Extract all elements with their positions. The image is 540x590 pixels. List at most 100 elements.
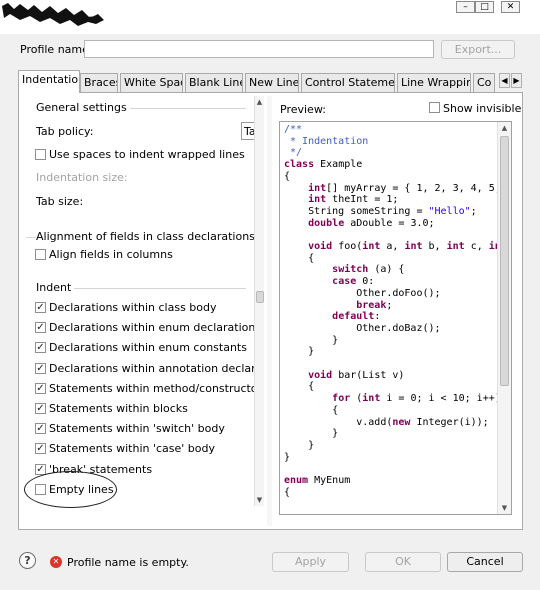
code-line: String someString = "Hello"; — [284, 205, 511, 218]
code-token: default — [332, 311, 375, 323]
indent-option-checkbox[interactable] — [35, 382, 46, 394]
indent-option-checkbox[interactable] — [35, 322, 46, 334]
code-token: { — [284, 404, 339, 416]
code-line: /** — [284, 124, 511, 136]
code-token: Other.doBaz(); — [284, 322, 441, 334]
tab-control-statements[interactable]: Control Statements — [301, 73, 395, 92]
profile-name-input[interactable] — [84, 40, 434, 58]
maximize-button[interactable]: □ — [475, 1, 494, 13]
tab-indentation[interactable]: Indentation — [18, 70, 80, 93]
code-token: ; — [470, 205, 477, 217]
tab-braces[interactable]: Braces — [80, 73, 118, 92]
indent-option-label: Declarations within enum declaration — [49, 321, 256, 335]
indent-option-checkbox[interactable] — [35, 463, 46, 475]
close-window-button[interactable]: ✕ — [501, 1, 520, 13]
tab-label: Control Statements — [305, 76, 395, 89]
code-token: * Indentation — [284, 135, 369, 147]
alignment-title: Alignment of fields in class declaration… — [36, 230, 258, 243]
preview-code: /** * Indentation */class Example{ int[]… — [284, 124, 512, 499]
export-button[interactable]: Export... — [441, 40, 515, 59]
indent-title: Indent — [36, 281, 75, 294]
code-token: break — [356, 299, 387, 311]
indent-option-label: Statements within method/constructor bod… — [49, 381, 264, 395]
indent-option-label: Statements within 'case' body — [49, 442, 216, 456]
help-icon[interactable]: ? — [19, 552, 36, 569]
code-token: "Hello" — [428, 205, 471, 217]
tab-new-lines[interactable]: New Lines — [245, 73, 299, 92]
code-token: foo( — [332, 241, 363, 253]
code-token: int — [308, 182, 327, 194]
highlight-ellipse-annotation — [24, 471, 117, 508]
code-line: } — [284, 334, 511, 347]
code-line: Other.doBaz(); — [284, 322, 511, 335]
preview-code-area[interactable]: /** * Indentation */class Example{ int[]… — [279, 121, 512, 515]
ok-button[interactable]: OK — [365, 552, 441, 572]
preview-scrollbar[interactable]: ▲ ▼ — [497, 122, 511, 514]
preview-scroll-thumb[interactable] — [500, 136, 509, 386]
code-line: int[] myArray = { 1, 2, 3, 4, 5, 6 }; — [284, 182, 512, 195]
tab-scroll-right-button[interactable]: ▶ — [511, 73, 522, 88]
scroll-up-arrow[interactable]: ▲ — [255, 96, 264, 108]
code-token: aDouble = 3.0; — [344, 217, 435, 229]
code-token: { — [284, 252, 315, 264]
code-token: int — [446, 241, 465, 253]
cancel-button[interactable]: Cancel — [447, 552, 523, 572]
tab-scroll-left-button[interactable]: ◀ — [499, 73, 510, 88]
tab-label: Braces — [84, 76, 118, 89]
pane-divider[interactable] — [267, 96, 272, 526]
code-token: ; — [386, 299, 393, 311]
use-spaces-label: Use spaces to indent wrapped lines — [49, 148, 245, 161]
indent-option-checkbox[interactable] — [35, 342, 46, 354]
code-token: } — [284, 428, 339, 440]
code-token: } — [284, 334, 339, 346]
scroll-thumb[interactable] — [256, 291, 264, 303]
code-line: { — [284, 170, 511, 183]
code-token: /** — [284, 124, 303, 135]
indent-option-checkbox[interactable] — [35, 362, 46, 374]
preview-scroll-up-arrow[interactable]: ▲ — [498, 122, 511, 134]
minimize-button[interactable]: – — [456, 1, 475, 13]
tab-blank-lines[interactable]: Blank Lines — [185, 73, 243, 92]
error-icon: ✕ — [50, 556, 62, 568]
use-spaces-checkbox[interactable] — [35, 149, 46, 160]
scroll-down-arrow[interactable]: ▼ — [255, 494, 264, 506]
show-invisible-label: Show invisible c — [443, 102, 523, 115]
indent-option-checkbox[interactable] — [35, 443, 46, 455]
code-line: switch (a) { — [284, 264, 511, 276]
code-line: { — [284, 487, 511, 499]
code-line: } — [284, 428, 511, 440]
code-token: double — [308, 217, 345, 229]
tab-line-wrapping[interactable]: Line Wrapping — [397, 73, 471, 92]
code-token: v.add( — [284, 416, 393, 428]
code-line: break; — [284, 299, 511, 312]
code-token: int — [404, 241, 423, 253]
code-line: * Indentation — [284, 135, 511, 148]
title-bar[interactable]: – □ ✕ — [0, 0, 540, 34]
code-token: [] myArray = { 1, 2, 3, 4, 5, 6 }; — [326, 182, 512, 194]
code-token: */ — [284, 147, 303, 159]
tab-white-space[interactable]: White Space — [120, 73, 183, 92]
tab-strip: Indentation Braces White Space Blank Lin… — [18, 70, 523, 93]
tab-comments[interactable]: Co — [473, 73, 495, 92]
show-invisible-checkbox[interactable] — [429, 102, 440, 113]
tab-label: New Lines — [249, 76, 299, 89]
code-token: { — [284, 170, 291, 182]
code-token: b, — [422, 241, 447, 253]
code-line: } — [284, 452, 511, 464]
indent-option-checkbox[interactable] — [35, 403, 46, 414]
settings-scrollbar[interactable]: ▲ ▼ — [254, 96, 264, 506]
apply-button[interactable]: Apply — [272, 552, 349, 572]
align-fields-checkbox[interactable] — [35, 249, 46, 260]
indent-option-checkbox[interactable] — [35, 302, 46, 313]
code-line: } — [284, 346, 511, 358]
indent-option-label: Declarations within enum constants — [49, 341, 247, 355]
code-token: Example — [314, 159, 363, 171]
preview-scroll-down-arrow[interactable]: ▼ — [498, 502, 511, 514]
indent-option-checkbox[interactable] — [35, 423, 46, 435]
